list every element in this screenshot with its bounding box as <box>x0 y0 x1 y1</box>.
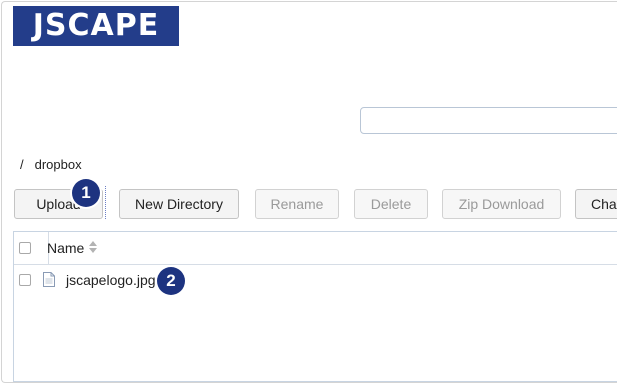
table-header: Name <box>14 232 617 265</box>
file-icon <box>43 272 55 287</box>
new-directory-button[interactable]: New Directory <box>119 189 239 219</box>
logo-text: JSCAPE <box>32 8 160 43</box>
breadcrumb-separator: / <box>20 157 24 172</box>
file-name[interactable]: jscapelogo.jpg <box>66 272 156 288</box>
rename-button[interactable]: Rename <box>255 189 339 219</box>
file-table: Name jscapelogo.jpg <box>13 231 617 382</box>
select-all-checkbox[interactable] <box>19 242 31 254</box>
search-input[interactable] <box>360 107 617 134</box>
column-header-name[interactable]: Name <box>47 240 84 256</box>
table-row[interactable]: jscapelogo.jpg <box>14 266 617 294</box>
delete-button[interactable]: Delete <box>354 189 428 219</box>
callout-badge-1: 1 <box>72 179 100 207</box>
sort-arrows-icon[interactable] <box>88 240 98 254</box>
zip-download-button[interactable]: Zip Download <box>442 189 561 219</box>
breadcrumb: / dropbox <box>20 157 82 172</box>
change-button[interactable]: Cha <box>575 189 617 219</box>
breadcrumb-current[interactable]: dropbox <box>35 157 82 172</box>
jscape-logo: JSCAPE <box>13 6 179 46</box>
row-checkbox[interactable] <box>19 274 31 286</box>
callout-badge-2: 2 <box>157 267 185 295</box>
upload-divider <box>105 186 106 219</box>
